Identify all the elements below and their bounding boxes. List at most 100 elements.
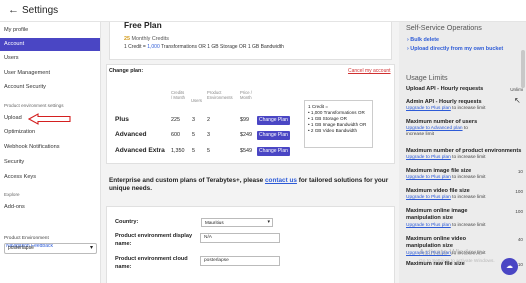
current-plan-card: Free Plan 25 Monthly Credits 1 Credit = … xyxy=(109,22,392,60)
plan-credits: 225 xyxy=(171,117,180,123)
sidebar-item-access-keys[interactable]: Access Keys xyxy=(0,171,100,184)
product-environment-value: posterlapse xyxy=(8,245,34,251)
sidebar-item-user-management[interactable]: User Management xyxy=(0,67,100,80)
change-plan-button-plus[interactable]: Change Plan xyxy=(257,116,290,125)
upload-bucket-label: Upload directly from my own bucket xyxy=(410,46,504,52)
sidebar-item-account-security[interactable]: Account Security xyxy=(0,81,100,94)
limit-video-size: Maximum video file size xyxy=(406,188,470,194)
header-price: Price / Month xyxy=(240,90,252,100)
upgrade-note: Upgrade to Plus plan to increase limit xyxy=(406,175,485,181)
credit-equivalence-box: 1 Credit = • 1,000 Transformations OR • … xyxy=(304,100,373,148)
activate-windows-subtext: Go to Settings to activate Windows. xyxy=(419,259,495,264)
product-environment-select[interactable]: posterlapse ▾ xyxy=(4,243,97,254)
change-plan-button-advanced[interactable]: Change Plan xyxy=(257,131,290,140)
monthly-credits: 25 Monthly Credits xyxy=(124,36,169,42)
limit-users: Maximum number of users xyxy=(406,119,478,125)
usage-limits-heading: Usage Limits xyxy=(406,73,448,82)
right-panel: Self-Service Operations › Bulk delete › … xyxy=(399,22,526,283)
plan-envs: 5 xyxy=(207,148,210,154)
header-users: Users xyxy=(191,98,202,103)
limit-image-size-value: 10 xyxy=(517,169,523,174)
upgrade-plus-link[interactable]: Upgrade to Plus plan xyxy=(406,175,451,180)
upload-bucket-link[interactable]: › Upload directly from my own bucket xyxy=(407,46,503,52)
plan-name: Advanced xyxy=(115,131,147,138)
cancel-account-link[interactable]: Cancel my account xyxy=(348,68,391,74)
section-explore: Explore xyxy=(4,192,20,197)
plan-users: 5 xyxy=(192,148,195,154)
upgrade-note-text: to increase limit xyxy=(450,195,486,200)
upgrade-note-text: to increase limit xyxy=(450,223,486,228)
cloud-name-label: Product environment cloud name: xyxy=(115,256,188,270)
credit-detail: 1 Credit = 1,000 Transformations OR 1 GB… xyxy=(124,44,284,50)
upgrade-plus-link[interactable]: Upgrade to Plus plan xyxy=(406,106,451,111)
sidebar-item-my-profile[interactable]: My profile xyxy=(0,24,100,37)
country-label: Country: xyxy=(115,219,139,225)
limit-online-video-value: 40 xyxy=(517,237,523,242)
contact-us-link[interactable]: contact us xyxy=(265,177,297,184)
upgrade-advanced-link[interactable]: Upgrade to Advanced plan xyxy=(406,126,463,131)
plan-users: 5 xyxy=(192,132,195,138)
section-product-environment: Product environment settings xyxy=(4,103,64,108)
sidebar-item-users[interactable]: Users xyxy=(0,52,100,65)
display-name-label: Product environment display name: xyxy=(115,233,193,247)
chat-bubble-icon[interactable]: ☁ xyxy=(501,258,518,275)
transformations-link[interactable]: 1,000 xyxy=(147,44,160,50)
upgrade-note: Upgrade to Plus plan to increase limit xyxy=(406,223,485,229)
display-name-input[interactable]: N/A xyxy=(200,233,280,243)
country-value: Mauritius xyxy=(205,220,224,225)
cloud-name-input[interactable]: posterlapse xyxy=(200,256,280,266)
upgrade-plus-link[interactable]: Upgrade to Plus plan xyxy=(406,223,451,228)
sidebar-item-account[interactable]: Account xyxy=(0,38,100,51)
limit-online-image: Maximum online image manipulation size xyxy=(406,208,468,221)
upgrade-note-text: to increase limit xyxy=(450,155,486,160)
upgrade-note: Upgrade to Plus plan to increase limit xyxy=(406,155,485,161)
page-title: Settings xyxy=(22,5,59,16)
enterprise-note: Enterprise and custom plans of Terabytes… xyxy=(109,177,389,193)
credit-box-line: • 2 GB Video Bandwidth xyxy=(308,128,358,133)
plan-price: $99 xyxy=(240,117,249,123)
limit-raw-size-value: 10 xyxy=(517,262,523,267)
header-credits: Credits / Month xyxy=(171,90,185,100)
limit-environments: Maximum number of product environments xyxy=(406,148,522,154)
limit-image-size: Maximum image file size xyxy=(406,168,472,174)
change-plan-button-advanced-extra[interactable]: Change Plan xyxy=(257,147,290,156)
upgrade-note: Upgrade to Plus plan to increase limit xyxy=(406,195,485,201)
limit-admin-api: Admin API - Hourly requests xyxy=(406,99,482,105)
credits-label: Monthly Credits xyxy=(131,36,169,42)
mouse-cursor-icon: ↖ xyxy=(514,96,521,105)
red-arrow-annotation-icon xyxy=(28,113,71,125)
upgrade-plus-link[interactable]: Upgrade to Plus plan xyxy=(406,155,451,160)
limit-upload-api: Upload API - Hourly requests xyxy=(406,86,484,92)
main-content: Free Plan 25 Monthly Credits 1 Credit = … xyxy=(101,22,399,283)
upgrade-note: Upgrade to Advanced plan to increase lim… xyxy=(406,126,486,138)
upgrade-note-text: to increase limit xyxy=(450,106,486,111)
bulk-delete-label: Bulk delete xyxy=(410,37,440,43)
sidebar-item-optimization[interactable]: Optimization xyxy=(0,126,100,139)
plan-title: Free Plan xyxy=(124,22,162,30)
change-plan-label: Change plan: xyxy=(109,68,144,74)
product-environment-label: Product Environment xyxy=(4,236,49,241)
limit-video-size-value: 100 xyxy=(515,189,523,194)
chevron-down-icon: ▾ xyxy=(267,219,270,225)
plan-envs: 3 xyxy=(207,132,210,138)
sidebar-item-add-ons[interactable]: Add-ons xyxy=(0,201,100,214)
plan-price: $249 xyxy=(240,132,252,138)
upgrade-note-text: to increase limit xyxy=(450,175,486,180)
right-panel-scrollbar[interactable] xyxy=(521,50,525,88)
plan-price: $549 xyxy=(240,148,252,154)
bulk-delete-link[interactable]: › Bulk delete xyxy=(407,37,439,43)
enterprise-text-a: Enterprise and custom plans of Terabytes… xyxy=(109,177,265,184)
credits-count: 25 xyxy=(124,36,130,42)
back-arrow-icon[interactable]: ← xyxy=(8,4,19,16)
upgrade-plus-link[interactable]: Upgrade to Plus plan xyxy=(406,195,451,200)
credit-detail-b: Transformations OR 1 GB Storage OR 1 GB … xyxy=(159,44,284,50)
country-select[interactable]: Mauritius ▾ xyxy=(201,218,273,227)
plan-name: Plus xyxy=(115,116,129,123)
activate-windows-watermark: Activate Windows xyxy=(419,248,483,257)
plan-credits: 1,350 xyxy=(171,148,185,154)
credit-detail-a: 1 Credit = xyxy=(124,44,148,50)
sidebar-item-webhook-notifications[interactable]: Webhook Notifications xyxy=(0,141,100,154)
plan-envs: 2 xyxy=(207,117,210,123)
plan-name: Advanced Extra xyxy=(115,147,165,154)
sidebar-item-security[interactable]: Security xyxy=(0,156,100,169)
